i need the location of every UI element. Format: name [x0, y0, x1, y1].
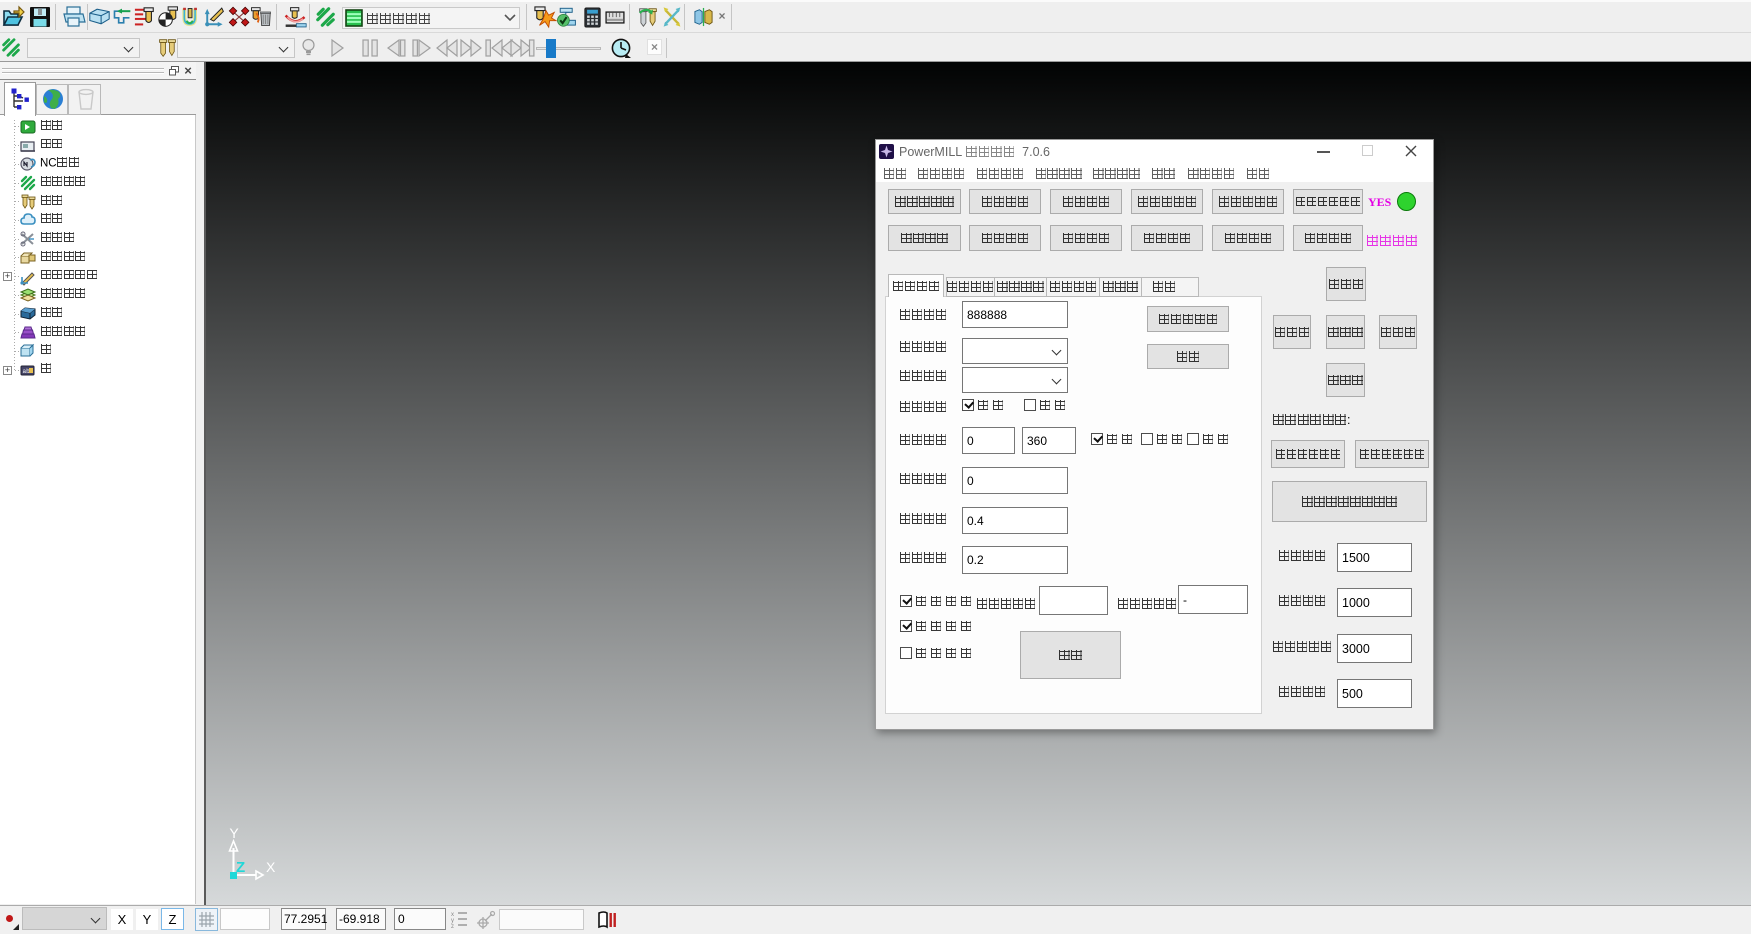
svg-text:z: z [451, 924, 454, 930]
svg-text:Z: Z [236, 859, 245, 876]
svg-text:ab: ab [23, 368, 31, 375]
svg-text:X: X [266, 859, 276, 875]
svg-text:Y: Y [229, 825, 239, 841]
